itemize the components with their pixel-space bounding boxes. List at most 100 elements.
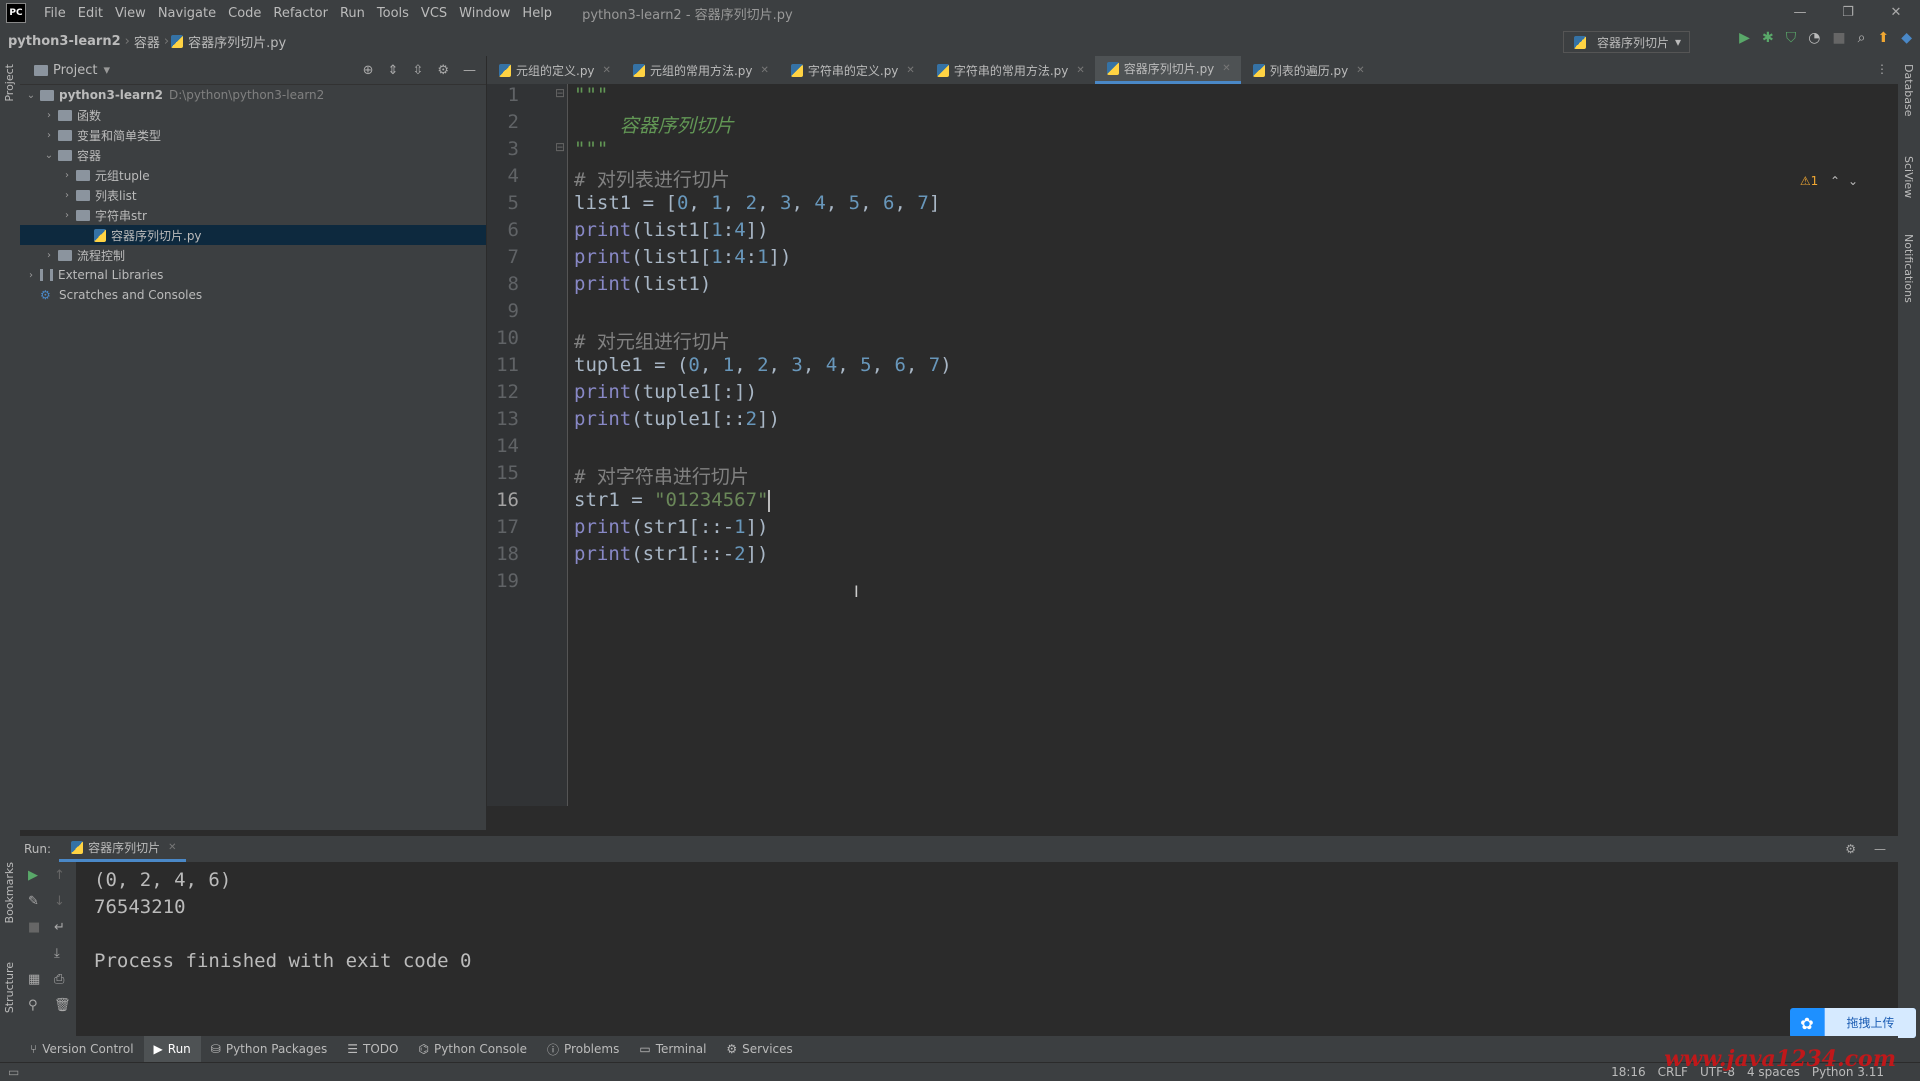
chevron-up-icon[interactable]: ⌃ bbox=[1830, 174, 1840, 188]
more-tabs-icon[interactable]: ⋮ bbox=[1876, 62, 1888, 76]
close-icon[interactable]: ✕ bbox=[168, 842, 176, 853]
status-item[interactable]: 18:16 bbox=[1605, 1065, 1652, 1079]
menu-vcs[interactable]: VCS bbox=[415, 6, 453, 21]
menu-navigate[interactable]: Navigate bbox=[152, 6, 222, 21]
upload-widget[interactable]: ✿ 拖拽上传 bbox=[1790, 1008, 1916, 1038]
pin-icon[interactable]: ⚲ bbox=[28, 998, 38, 1013]
chevron-right-icon[interactable]: › bbox=[24, 270, 38, 281]
editor-tab[interactable]: 容器序列切片.py ✕ bbox=[1094, 56, 1241, 84]
menu-file[interactable]: File bbox=[38, 6, 72, 21]
run-config-selector[interactable]: 容器序列切片 ▾ bbox=[1562, 31, 1690, 53]
editor-tab[interactable]: 字符串的定义.py ✕ bbox=[779, 56, 925, 84]
chevron-down-icon[interactable]: ⌄ bbox=[42, 150, 56, 161]
tree-item[interactable]: › 元组tuple bbox=[20, 165, 486, 185]
expand-all-icon[interactable]: ⇕ bbox=[388, 63, 399, 78]
chevron-right-icon[interactable]: › bbox=[60, 190, 74, 201]
soft-wrap-icon[interactable]: ↵ bbox=[54, 920, 65, 935]
fold-marker-icon[interactable]: ⊟ bbox=[555, 86, 565, 100]
down-arrow-icon[interactable]: ↓ bbox=[54, 894, 65, 909]
tree-item[interactable]: › 流程控制 bbox=[20, 245, 486, 265]
menu-tools[interactable]: Tools bbox=[371, 6, 415, 21]
tree-item[interactable]: 容器序列切片.py bbox=[20, 225, 486, 245]
panel-toggle-icon[interactable]: ▭ bbox=[0, 1065, 19, 1079]
close-icon[interactable]: ✕ bbox=[1356, 65, 1364, 76]
editor-tab[interactable]: 元组的常用方法.py ✕ bbox=[621, 56, 779, 84]
wrench-icon[interactable]: ✎ bbox=[28, 894, 39, 909]
inspection-widget[interactable]: ⚠1 ⌃ ⌄ bbox=[1800, 174, 1858, 188]
gear-icon[interactable]: ⚙ bbox=[437, 63, 449, 78]
bottom-tool-python-packages[interactable]: ⛁ Python Packages bbox=[201, 1036, 337, 1062]
hide-icon[interactable]: — bbox=[463, 63, 476, 78]
close-window-button[interactable]: ✕ bbox=[1872, 0, 1920, 26]
close-icon[interactable]: ✕ bbox=[760, 65, 768, 76]
collapse-all-icon[interactable]: ⇳ bbox=[412, 63, 423, 78]
close-icon[interactable]: ✕ bbox=[906, 65, 914, 76]
fold-marker-icon[interactable]: ⊟ bbox=[555, 140, 565, 154]
menu-edit[interactable]: Edit bbox=[72, 6, 109, 21]
database-tool-tab[interactable]: Database bbox=[1902, 64, 1915, 117]
chevron-down-icon[interactable]: ⌄ bbox=[24, 90, 38, 101]
menu-help[interactable]: Help bbox=[516, 6, 558, 21]
tree-root[interactable]: ⌄ python3-learn2 D:\python\python3-learn… bbox=[20, 85, 486, 105]
minimize-button[interactable]: — bbox=[1776, 0, 1824, 26]
update-icon[interactable]: ⬆ bbox=[1877, 30, 1889, 46]
menu-run[interactable]: Run bbox=[334, 6, 371, 21]
sciview-tool-tab[interactable]: SciView bbox=[1902, 156, 1915, 198]
chevron-right-icon[interactable]: › bbox=[60, 170, 74, 181]
code-editor[interactable]: ⚠1 ⌃ ⌄ """ 容器序列切片 """ # 对列表进行切片 list1 = [0,… bbox=[568, 84, 1898, 806]
gear-icon[interactable]: ⚙ bbox=[1845, 842, 1874, 856]
locate-icon[interactable]: ⊕ bbox=[363, 63, 374, 78]
hide-icon[interactable]: — bbox=[1874, 842, 1898, 856]
bottom-tool-python-console[interactable]: ⌬ Python Console bbox=[408, 1036, 537, 1062]
chevron-right-icon[interactable]: › bbox=[60, 210, 74, 221]
editor-tab[interactable]: 列表的遍历.py ✕ bbox=[1241, 56, 1375, 84]
bottom-tool-version-control[interactable]: ⑂ Version Control bbox=[20, 1036, 144, 1062]
project-panel-title[interactable]: Project bbox=[53, 63, 97, 78]
close-icon[interactable]: ✕ bbox=[603, 65, 611, 76]
run-tab[interactable]: 容器序列切片 ✕ bbox=[59, 836, 187, 862]
notifications-tool-tab[interactable]: Notifications bbox=[1902, 234, 1915, 303]
up-arrow-icon[interactable]: ↑ bbox=[54, 868, 65, 883]
print-icon[interactable]: ⎙ bbox=[54, 972, 64, 987]
menu-code[interactable]: Code bbox=[222, 6, 267, 21]
menu-window[interactable]: Window bbox=[453, 6, 516, 21]
tree-item[interactable]: › 变量和简单类型 bbox=[20, 125, 486, 145]
structure-tool-tab[interactable]: Structure bbox=[3, 962, 16, 1013]
run-console[interactable]: (0, 1, 2, 3, 4, 5, 6, 7) (0, 2, 4, 6) 7654… bbox=[76, 862, 1898, 1036]
bottom-tool-terminal[interactable]: ▭ Terminal bbox=[629, 1036, 716, 1062]
project-tool-tab[interactable]: Project bbox=[3, 64, 16, 102]
menu-refactor[interactable]: Refactor bbox=[267, 6, 334, 21]
tree-item[interactable]: › 字符串str bbox=[20, 205, 486, 225]
chevron-right-icon[interactable]: › bbox=[42, 250, 56, 261]
chevron-right-icon[interactable]: › bbox=[42, 110, 56, 121]
layout-icon[interactable]: ▦ bbox=[28, 972, 40, 987]
editor-tab[interactable]: 元组的定义.py ✕ bbox=[487, 56, 621, 84]
editor-tab[interactable]: 字符串的常用方法.py ✕ bbox=[925, 56, 1095, 84]
tree-item[interactable]: ⚙ Scratches and Consoles bbox=[20, 285, 486, 305]
coverage-icon[interactable]: ⛉ bbox=[1786, 30, 1797, 46]
plugin-icon[interactable]: ◆ bbox=[1901, 30, 1912, 46]
breadcrumb-project[interactable]: python3-learn2 bbox=[0, 34, 125, 49]
tree-item[interactable]: ⌄ 容器 bbox=[20, 145, 486, 165]
bookmarks-tool-tab[interactable]: Bookmarks bbox=[3, 862, 16, 923]
menu-view[interactable]: View bbox=[109, 6, 152, 21]
rerun-icon[interactable]: ▶ bbox=[28, 868, 38, 883]
close-icon[interactable]: ✕ bbox=[1076, 65, 1084, 76]
bottom-tool-services[interactable]: ⚙ Services bbox=[716, 1036, 802, 1062]
tree-item[interactable]: › External Libraries bbox=[20, 265, 486, 285]
search-icon[interactable]: ⌕ bbox=[1858, 30, 1866, 46]
scroll-to-end-icon[interactable]: ⤓ bbox=[54, 946, 60, 961]
breadcrumb-folder[interactable]: 容器 bbox=[130, 32, 164, 51]
bottom-tool-run[interactable]: ▶ Run bbox=[143, 1036, 201, 1062]
run-icon[interactable]: ▶ bbox=[1739, 30, 1750, 46]
breadcrumb-file[interactable]: 容器序列切片.py bbox=[188, 32, 290, 51]
restore-button[interactable]: ❐ bbox=[1824, 0, 1872, 26]
chevron-down-icon[interactable]: ▾ bbox=[103, 63, 110, 78]
stop-icon[interactable]: ■ bbox=[1832, 30, 1845, 46]
stop-icon[interactable]: ■ bbox=[28, 920, 40, 935]
bottom-tool-todo[interactable]: ☰ TODO bbox=[337, 1036, 408, 1062]
debug-icon[interactable]: ✱ bbox=[1762, 30, 1774, 46]
tree-item[interactable]: › 列表list bbox=[20, 185, 486, 205]
chevron-down-icon[interactable]: ⌄ bbox=[1848, 174, 1858, 188]
warning-count[interactable]: ⚠1 bbox=[1800, 174, 1818, 188]
